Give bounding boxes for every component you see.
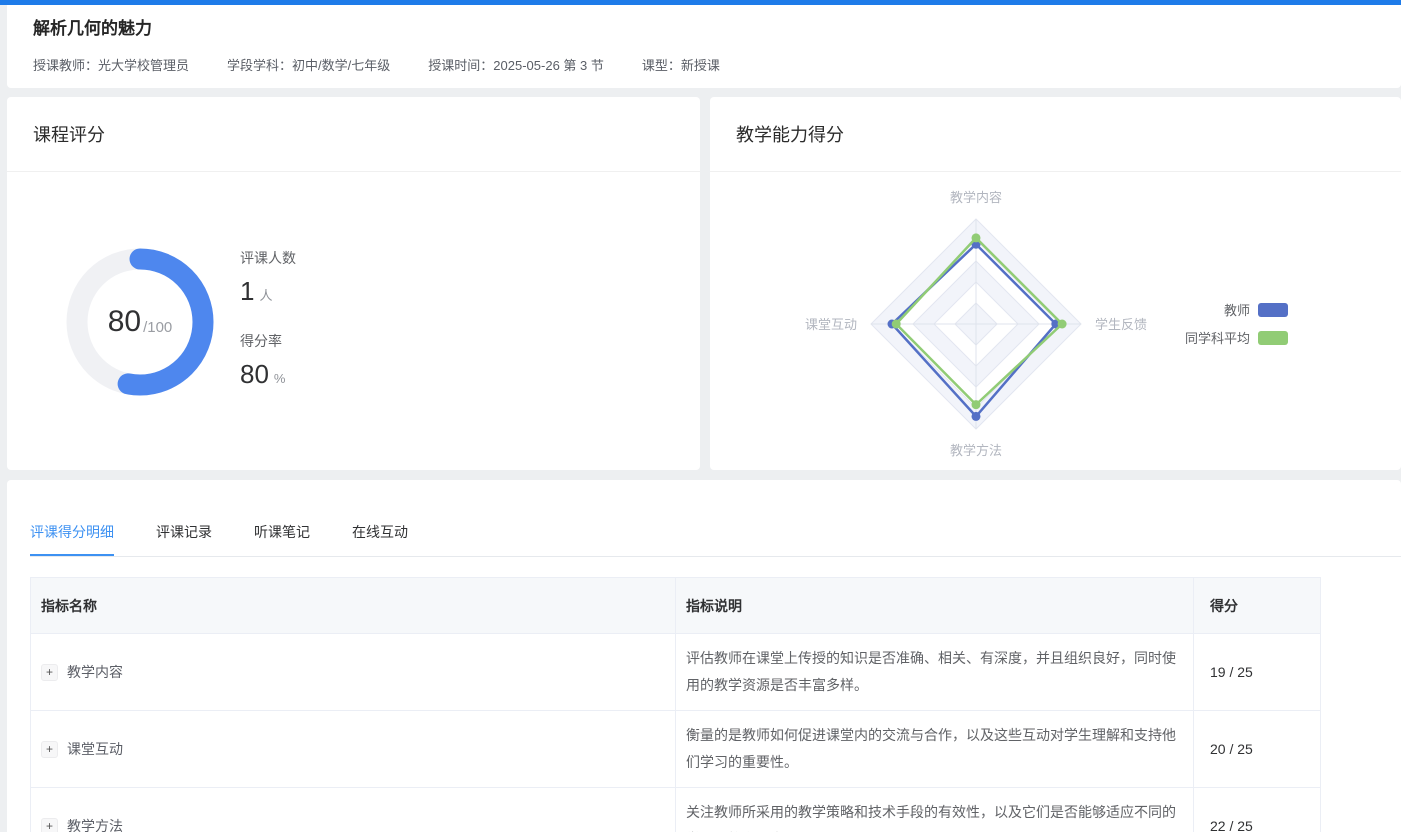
radar-data-point bbox=[1058, 320, 1067, 329]
page-title: 解析几何的魅力 bbox=[33, 17, 1401, 41]
course-header-card: 解析几何的魅力 授课教师：光大学校管理员 学段学科：初中/数学/七年级 授课时间… bbox=[7, 5, 1401, 88]
expand-row-button[interactable]: + bbox=[41, 818, 58, 832]
course-score-card: 课程评分 80 /100 评课人数 1人 得分率 80% bbox=[7, 97, 700, 470]
stat-evaluator-count: 评课人数 1人 bbox=[240, 248, 296, 307]
header-score: 得分 bbox=[1194, 578, 1321, 634]
score-donut-label: 80 /100 bbox=[66, 248, 214, 396]
indicator-name-cell: + 课堂互动 bbox=[41, 739, 665, 759]
tab-score-detail[interactable]: 评课得分明细 bbox=[30, 524, 114, 556]
detail-tabs: 评课得分明细 评课记录 听课笔记 在线互动 bbox=[30, 480, 1401, 557]
tab-listening-notes[interactable]: 听课笔记 bbox=[254, 524, 310, 556]
radar-axis-label: 教学方法 bbox=[950, 443, 1002, 458]
table-row: + 教学内容 评估教师在课堂上传授的知识是否准确、相关、有深度，并且组织良好，同… bbox=[31, 634, 1321, 711]
stat-score-rate: 得分率 80% bbox=[240, 331, 296, 390]
score-stats: 评课人数 1人 得分率 80% bbox=[240, 248, 296, 390]
course-score-title: 课程评分 bbox=[7, 97, 700, 172]
radar-axis-label: 课堂互动 bbox=[805, 317, 857, 332]
teaching-ability-card: 教学能力得分 教学内容学生反馈教学方法 课堂互动 教师 同学科平均 bbox=[710, 97, 1401, 470]
score-donut: 80 /100 bbox=[66, 248, 214, 396]
legend-item-teacher[interactable]: 教师 bbox=[1185, 300, 1288, 319]
score-total: /100 bbox=[143, 309, 172, 336]
header-indicator-name: 指标名称 bbox=[31, 578, 676, 634]
indicator-desc-cell: 衡量的是教师如何促进课堂内的交流与合作，以及这些互动对学生理解和支持他们学习的重… bbox=[676, 711, 1194, 788]
indicator-name-cell: + 教学方法 bbox=[41, 816, 665, 832]
indicator-score-cell: 19 / 25 bbox=[1194, 634, 1321, 711]
indicator-score-cell: 22 / 25 bbox=[1194, 788, 1321, 832]
radar-data-point bbox=[972, 412, 981, 421]
radar-axis-label: 教学内容 bbox=[950, 190, 1002, 205]
course-meta: 授课教师：光大学校管理员 学段学科：初中/数学/七年级 授课时间：2025-05… bbox=[33, 58, 1401, 74]
legend-swatch-teacher bbox=[1258, 303, 1288, 317]
indicator-name-cell: + 教学内容 bbox=[41, 662, 665, 682]
radar-data-point bbox=[972, 400, 981, 409]
radar-legend: 教师 同学科平均 bbox=[1185, 300, 1288, 356]
legend-item-subject-average[interactable]: 同学科平均 bbox=[1185, 328, 1288, 347]
legend-swatch-subject-average bbox=[1258, 331, 1288, 345]
tab-evaluation-records[interactable]: 评课记录 bbox=[156, 524, 212, 556]
meta-time: 授课时间：2025-05-26 第 3 节 bbox=[428, 58, 604, 74]
header-indicator-desc: 指标说明 bbox=[676, 578, 1194, 634]
radar-data-point bbox=[972, 233, 981, 242]
score-value: 80 bbox=[108, 305, 141, 339]
score-detail-table: 指标名称 指标说明 得分 + 教学内容 评估教师在课堂上传授的知识是否准确、相关… bbox=[30, 577, 1321, 832]
radar-axis-label: 学生反馈 bbox=[1095, 317, 1147, 332]
teaching-ability-title: 教学能力得分 bbox=[710, 97, 1401, 172]
meta-subject: 学段学科：初中/数学/七年级 bbox=[227, 58, 390, 74]
detail-section-card: 评课得分明细 评课记录 听课笔记 在线互动 指标名称 指标说明 得分 + 教学内… bbox=[7, 480, 1401, 832]
indicator-score-cell: 20 / 25 bbox=[1194, 711, 1321, 788]
radar-data-point bbox=[892, 320, 901, 329]
table-row: + 课堂互动 衡量的是教师如何促进课堂内的交流与合作，以及这些互动对学生理解和支… bbox=[31, 711, 1321, 788]
meta-teacher: 授课教师：光大学校管理员 bbox=[33, 58, 189, 74]
expand-row-button[interactable]: + bbox=[41, 741, 58, 758]
expand-row-button[interactable]: + bbox=[41, 664, 58, 681]
table-header-row: 指标名称 指标说明 得分 bbox=[31, 578, 1321, 634]
tab-online-interaction[interactable]: 在线互动 bbox=[352, 524, 408, 556]
indicator-desc-cell: 评估教师在课堂上传授的知识是否准确、相关、有深度，并且组织良好，同时使用的教学资… bbox=[676, 634, 1194, 711]
meta-course-type: 课型：新授课 bbox=[642, 58, 720, 74]
table-row: + 教学方法 关注教师所采用的教学策略和技术手段的有效性，以及它们是否能够适应不… bbox=[31, 788, 1321, 832]
indicator-desc-cell: 关注教师所采用的教学策略和技术手段的有效性，以及它们是否能够适应不同的学习风格和… bbox=[676, 788, 1194, 832]
